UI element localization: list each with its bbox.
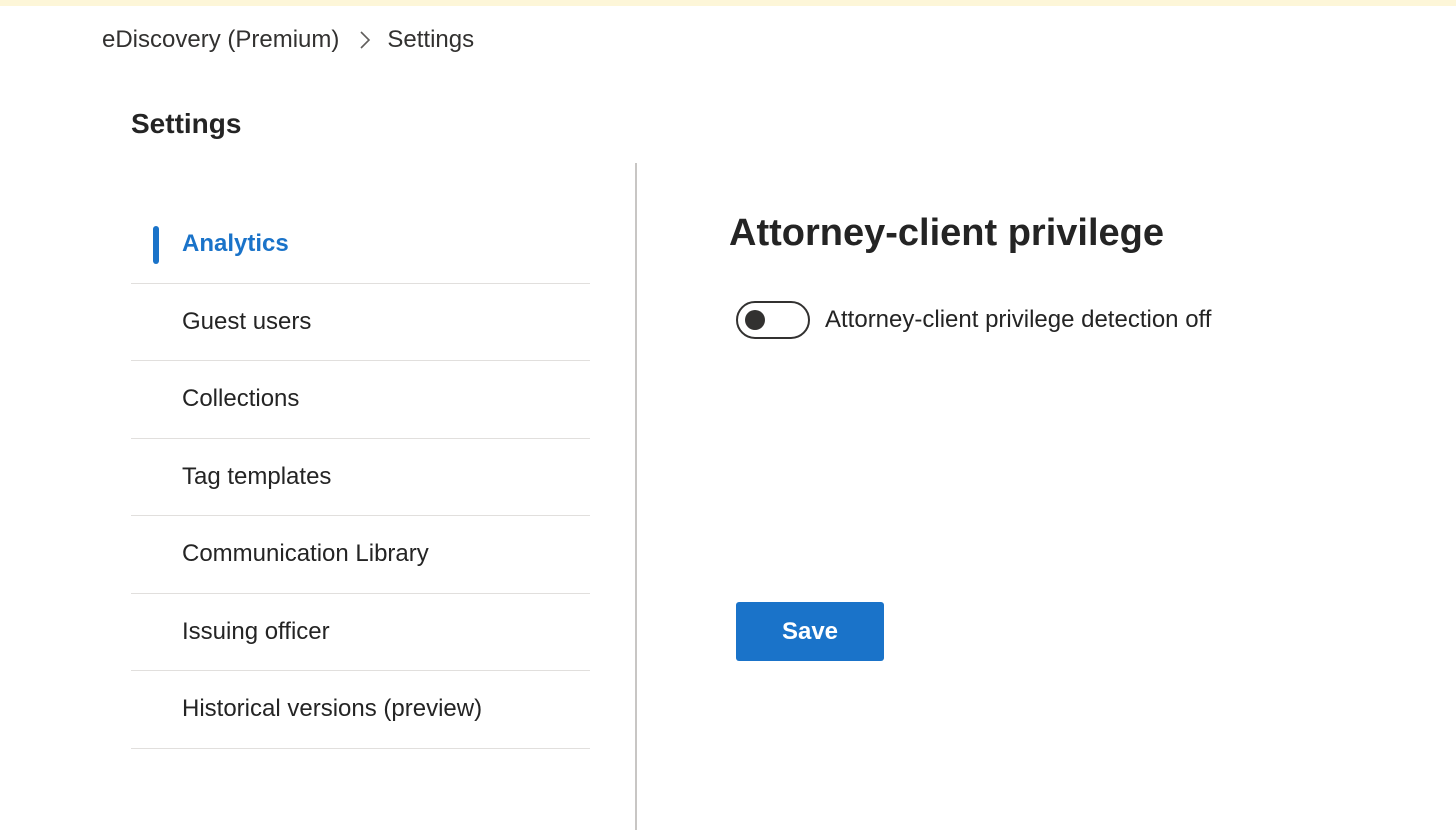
breadcrumb-current: Settings [387,26,475,53]
nav-item-label: Analytics [182,230,289,258]
nav-item-collections[interactable]: Collections [131,361,590,439]
privilege-detection-toggle[interactable] [736,301,810,339]
toggle-label: Attorney-client privilege detection off [825,306,1212,333]
save-button[interactable]: Save [736,602,884,661]
chevron-right-icon [359,30,371,50]
nav-item-label: Tag templates [182,462,332,490]
nav-item-label: Historical versions (preview) [182,695,483,723]
nav-item-label: Collections [182,385,300,413]
nav-item-issuing-officer[interactable]: Issuing officer [131,594,590,671]
nav-item-historical-versions[interactable]: Historical versions (preview) [131,671,590,749]
toggle-knob [745,310,765,330]
breadcrumb-ediscovery-link[interactable]: eDiscovery (Premium) [102,26,339,54]
nav-item-tag-templates[interactable]: Tag templates [131,439,590,516]
nav-item-guest-users[interactable]: Guest users [131,284,590,361]
page-title: Settings [131,108,242,139]
section-title: Attorney-client privilege [729,212,1164,254]
vertical-divider [635,163,637,830]
nav-item-label: Issuing officer [182,617,330,645]
top-banner-strip [0,0,1456,6]
settings-nav: Analytics Guest users Collections Tag te… [131,206,590,749]
nav-item-communication-library[interactable]: Communication Library [131,516,590,594]
nav-item-analytics[interactable]: Analytics [131,206,590,284]
privilege-detection-setting: Attorney-client privilege detection off [736,301,1211,339]
nav-item-label: Communication Library [182,540,429,568]
breadcrumb: eDiscovery (Premium) Settings [102,22,474,58]
nav-item-label: Guest users [182,307,312,335]
active-indicator [153,226,159,264]
